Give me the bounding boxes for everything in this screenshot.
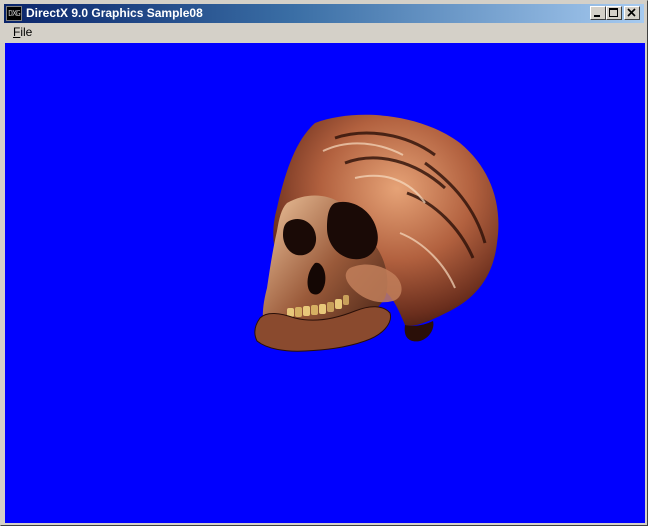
skull-render (254, 114, 499, 352)
minimize-icon (594, 15, 600, 17)
menu-file[interactable]: File (8, 24, 37, 40)
render-viewport[interactable] (5, 43, 645, 523)
window-title: DirectX 9.0 Graphics Sample08 (26, 6, 203, 20)
close-icon (627, 8, 636, 17)
minimize-button[interactable] (590, 6, 606, 20)
maximize-icon (609, 8, 618, 17)
menu-bar: File (4, 23, 644, 41)
maximize-button[interactable] (606, 6, 622, 20)
application-window: DXG DirectX 9.0 Graphics Sample08 File (0, 0, 648, 526)
menu-file-label: ile (20, 25, 33, 39)
dxg-app-icon[interactable]: DXG (6, 6, 22, 21)
title-bar[interactable]: DXG DirectX 9.0 Graphics Sample08 (4, 4, 644, 23)
close-button[interactable] (624, 6, 640, 20)
